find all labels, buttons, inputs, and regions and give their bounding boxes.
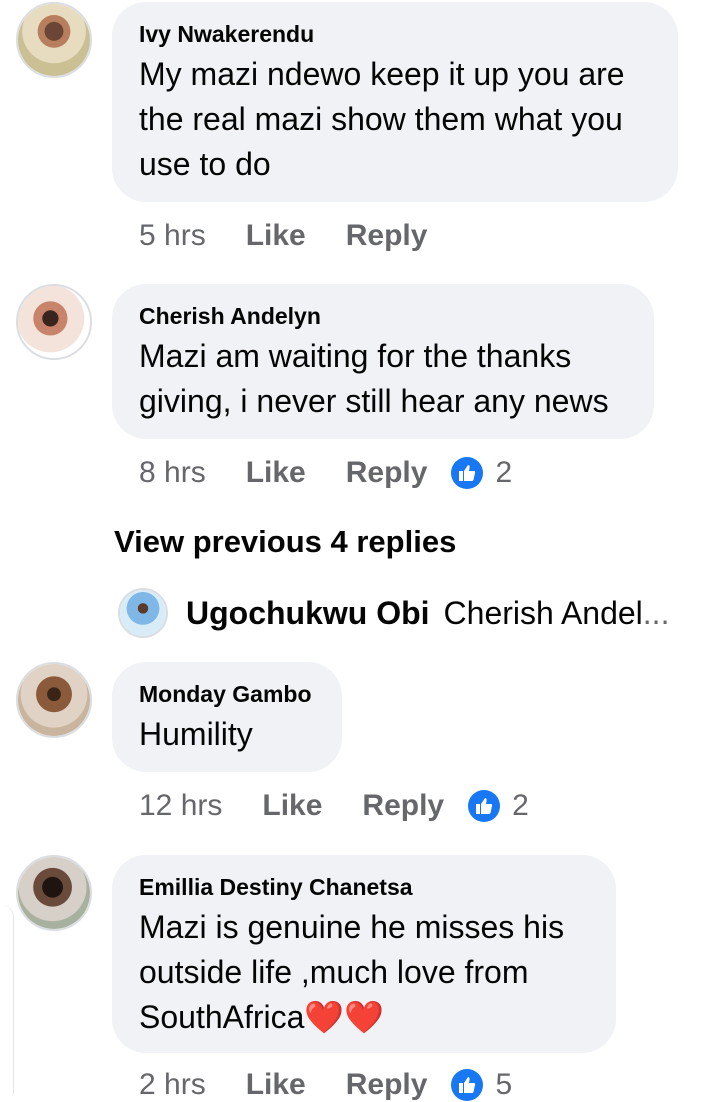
comment-actions: 2 hrs Like Reply 5: [139, 1068, 512, 1102]
like-button[interactable]: Like: [246, 456, 306, 490]
avatar[interactable]: [16, 662, 92, 738]
reaction-summary[interactable]: 2: [468, 789, 529, 823]
comment-time[interactable]: 5 hrs: [139, 219, 206, 253]
comment-text: Mazi am waiting for the thanks giving, i…: [139, 338, 609, 419]
comment-text: Mazi is genuine he misses his outside li…: [139, 909, 565, 1035]
reaction-count: 2: [495, 456, 513, 489]
comment-author[interactable]: Emillia Destiny Chanetsa: [139, 873, 588, 901]
like-thumb-icon: [468, 790, 501, 822]
comment-author[interactable]: Monday Gambo: [139, 680, 314, 708]
reply-preview-ellipsis: ...: [642, 594, 670, 631]
comment-bubble: Monday Gambo Humility: [112, 662, 342, 772]
reaction-count: 5: [495, 1068, 513, 1101]
scroll-edge-divider: [0, 905, 14, 1094]
comment-actions: 5 hrs Like Reply: [139, 219, 451, 253]
comment-bubble: Ivy Nwakerendu My mazi ndewo keep it up …: [112, 2, 678, 202]
avatar[interactable]: [118, 588, 168, 638]
comment-text: Humility: [139, 716, 253, 752]
like-button[interactable]: Like: [246, 1068, 306, 1102]
like-thumb-icon: [451, 1069, 484, 1101]
avatar[interactable]: [16, 855, 92, 931]
like-button[interactable]: Like: [262, 789, 322, 823]
reply-preview-text: Cherish Andel: [443, 594, 643, 631]
comment-author[interactable]: Ivy Nwakerendu: [139, 20, 650, 48]
reaction-summary[interactable]: 2: [451, 456, 512, 490]
reply-button[interactable]: Reply: [346, 219, 428, 253]
reaction-summary[interactable]: 5: [451, 1068, 512, 1102]
reply-button[interactable]: Reply: [346, 1068, 428, 1102]
comment-time[interactable]: 12 hrs: [139, 789, 222, 823]
avatar[interactable]: [16, 2, 92, 78]
comment-author[interactable]: Cherish Andelyn: [139, 302, 626, 330]
reply-button[interactable]: Reply: [346, 456, 428, 490]
comment-time[interactable]: 2 hrs: [139, 1068, 206, 1102]
comment-actions: 12 hrs Like Reply 2: [139, 789, 529, 823]
like-thumb-icon: [451, 457, 484, 489]
view-previous-replies-link[interactable]: View previous 4 replies: [114, 524, 456, 560]
comment-bubble: Emillia Destiny Chanetsa Mazi is genuine…: [112, 855, 616, 1053]
comment-actions: 8 hrs Like Reply 2: [139, 456, 512, 490]
reply-preview[interactable]: Ugochukwu Obi Cherish Andel ...: [118, 588, 669, 638]
avatar[interactable]: [16, 284, 92, 360]
reply-button[interactable]: Reply: [362, 789, 444, 823]
comment-bubble: Cherish Andelyn Mazi am waiting for the …: [112, 284, 654, 439]
like-button[interactable]: Like: [246, 219, 306, 253]
comment-time[interactable]: 8 hrs: [139, 456, 206, 490]
reply-author[interactable]: Ugochukwu Obi: [186, 595, 430, 632]
reaction-count: 2: [512, 789, 529, 822]
comment-text: My mazi ndewo keep it up you are the rea…: [139, 56, 625, 182]
